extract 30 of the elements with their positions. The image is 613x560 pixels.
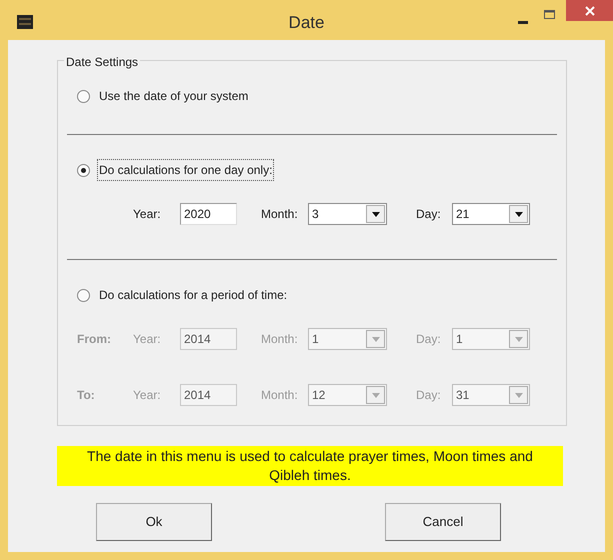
close-button[interactable] — [566, 0, 613, 21]
row-label: From: — [77, 331, 112, 348]
dropdown-field[interactable]: 3 — [308, 203, 387, 225]
radio-button[interactable] — [77, 90, 90, 102]
field-label: Month: — [261, 331, 299, 348]
radio-button[interactable] — [77, 288, 90, 302]
field-label: Year: — [133, 331, 162, 348]
option-label[interactable]: Do calculations for a period of time: — [97, 284, 290, 306]
dropdown-field[interactable]: 21 — [452, 203, 530, 225]
info-note: The date in this menu is used to calculate prayer times, Moon times and Qibleh times. — [57, 446, 563, 486]
cancel-button[interactable]: Cancel — [385, 503, 501, 541]
dropdown-arrow-icon[interactable] — [514, 212, 522, 216]
field-label: Day: — [416, 387, 442, 404]
maximize-icon[interactable] — [544, 10, 555, 20]
field-label: Day: — [416, 206, 442, 223]
field-label: Year: — [133, 206, 162, 223]
close-icon[interactable] — [584, 6, 594, 16]
option-label[interactable]: Use the date of your system — [97, 85, 250, 107]
field-label: Year: — [133, 387, 162, 404]
field-label: Month: — [261, 387, 299, 404]
dropdown-arrow-icon[interactable] — [372, 212, 380, 216]
field-label: Month: — [261, 206, 299, 223]
option-label[interactable]: Do calculations for one day only: — [97, 159, 274, 181]
row-label: To: — [77, 387, 96, 404]
window-title: Date — [288, 12, 324, 34]
field-label: Day: — [416, 331, 442, 348]
radio-button[interactable] — [77, 164, 90, 176]
year-field[interactable]: 2020 — [180, 203, 237, 225]
app-icon — [16, 14, 34, 30]
ok-button[interactable]: Ok — [96, 503, 212, 541]
